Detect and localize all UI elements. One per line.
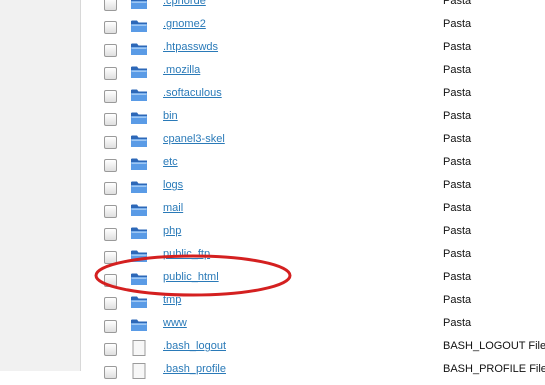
file-type: Pasta xyxy=(443,294,472,306)
file-name-link[interactable]: mail xyxy=(163,202,183,214)
file-name-link[interactable]: tmp xyxy=(163,294,181,306)
folder-icon xyxy=(130,317,148,333)
row-checkbox[interactable] xyxy=(104,366,117,379)
file-name-link[interactable]: cpanel3-skel xyxy=(163,133,225,145)
row-checkbox[interactable] xyxy=(104,67,117,80)
file-row[interactable]: .bash_logout BASH_LOGOUT File xyxy=(80,339,545,362)
file-type: Pasta xyxy=(443,133,472,145)
file-row[interactable]: .gnome2 Pasta xyxy=(80,17,545,40)
file-type: BASH_LOGOUT File xyxy=(443,340,545,352)
folder-icon xyxy=(130,110,148,126)
row-checkbox[interactable] xyxy=(104,297,117,310)
file-row[interactable]: .mozilla Pasta xyxy=(80,63,545,86)
folder-icon xyxy=(130,0,148,11)
row-checkbox[interactable] xyxy=(104,343,117,356)
folder-icon xyxy=(130,179,148,195)
file-row[interactable]: .softaculous Pasta xyxy=(80,86,545,109)
folder-icon xyxy=(130,133,148,149)
folder-icon xyxy=(130,87,148,103)
file-type: Pasta xyxy=(443,41,472,53)
folder-icon xyxy=(130,156,148,172)
row-checkbox[interactable] xyxy=(104,205,117,218)
row-checkbox[interactable] xyxy=(104,21,117,34)
row-checkbox[interactable] xyxy=(104,320,117,333)
row-checkbox[interactable] xyxy=(104,182,117,195)
file-row[interactable]: .cpnorde Pasta xyxy=(80,0,545,17)
row-checkbox[interactable] xyxy=(104,274,117,287)
file-name-link[interactable]: .bash_profile xyxy=(163,363,226,375)
file-type: Pasta xyxy=(443,110,472,122)
row-checkbox[interactable] xyxy=(104,0,117,11)
file-type: BASH_PROFILE File xyxy=(443,363,545,375)
file-type: Pasta xyxy=(443,225,472,237)
file-name-link[interactable]: www xyxy=(163,317,187,329)
row-checkbox[interactable] xyxy=(104,113,117,126)
file-type: Pasta xyxy=(443,156,472,168)
file-type: Pasta xyxy=(443,202,472,214)
file-type: Pasta xyxy=(443,271,472,283)
file-name-link[interactable]: .softaculous xyxy=(163,87,222,99)
file-name-link[interactable]: php xyxy=(163,225,181,237)
file-name-link[interactable]: public_ftp xyxy=(163,248,210,260)
file-row[interactable]: public_html Pasta xyxy=(80,270,545,293)
file-icon xyxy=(130,363,148,379)
file-name-link[interactable]: .cpnorde xyxy=(163,0,206,7)
file-type: Pasta xyxy=(443,317,472,329)
file-row[interactable]: mail Pasta xyxy=(80,201,545,224)
file-list: .cpnorde Pasta .gnome2 Pasta .htpasswds Pas… xyxy=(80,0,545,379)
folder-icon xyxy=(130,41,148,57)
row-checkbox[interactable] xyxy=(104,136,117,149)
file-row[interactable]: tmp Pasta xyxy=(80,293,545,316)
folder-icon xyxy=(130,271,148,287)
file-type: Pasta xyxy=(443,18,472,30)
file-name-link[interactable]: etc xyxy=(163,156,178,168)
row-checkbox[interactable] xyxy=(104,159,117,172)
file-row[interactable]: etc Pasta xyxy=(80,155,545,178)
left-pane xyxy=(0,0,81,371)
folder-icon xyxy=(130,64,148,80)
folder-icon xyxy=(130,248,148,264)
file-name-link[interactable]: bin xyxy=(163,110,178,122)
file-name-link[interactable]: .htpasswds xyxy=(163,41,218,53)
file-row[interactable]: cpanel3-skel Pasta xyxy=(80,132,545,155)
folder-icon xyxy=(130,202,148,218)
folder-icon xyxy=(130,294,148,310)
file-name-link[interactable]: public_html xyxy=(163,271,219,283)
file-name-link[interactable]: .bash_logout xyxy=(163,340,226,352)
row-checkbox[interactable] xyxy=(104,251,117,264)
row-checkbox[interactable] xyxy=(104,44,117,57)
file-row[interactable]: logs Pasta xyxy=(80,178,545,201)
file-row[interactable]: public_ftp Pasta xyxy=(80,247,545,270)
file-type: Pasta xyxy=(443,87,472,99)
file-row[interactable]: bin Pasta xyxy=(80,109,545,132)
file-type: Pasta xyxy=(443,0,472,7)
file-name-link[interactable]: logs xyxy=(163,179,183,191)
file-type: Pasta xyxy=(443,179,472,191)
file-type: Pasta xyxy=(443,248,472,260)
row-checkbox[interactable] xyxy=(104,90,117,103)
folder-icon xyxy=(130,18,148,34)
file-type: Pasta xyxy=(443,64,472,76)
file-name-link[interactable]: .mozilla xyxy=(163,64,200,76)
file-row[interactable]: .bash_profile BASH_PROFILE File xyxy=(80,362,545,385)
folder-icon xyxy=(130,225,148,241)
file-name-link[interactable]: .gnome2 xyxy=(163,18,206,30)
file-row[interactable]: php Pasta xyxy=(80,224,545,247)
file-row[interactable]: www Pasta xyxy=(80,316,545,339)
file-row[interactable]: .htpasswds Pasta xyxy=(80,40,545,63)
file-icon xyxy=(130,340,148,356)
row-checkbox[interactable] xyxy=(104,228,117,241)
